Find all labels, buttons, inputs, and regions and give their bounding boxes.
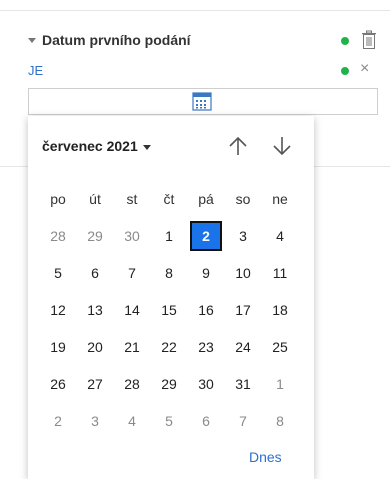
calendar-day[interactable]: 23 (190, 332, 222, 362)
calendar-day-selected[interactable]: 2 (190, 221, 222, 251)
calendar-day[interactable]: 14 (116, 295, 148, 325)
calendar-day-other-month[interactable]: 8 (264, 406, 296, 436)
calendar-day-other-month[interactable]: 28 (42, 221, 74, 251)
calendar-day[interactable]: 19 (42, 332, 74, 362)
calendar-day-other-month[interactable]: 4 (116, 406, 148, 436)
calendar-day[interactable]: 15 (153, 295, 185, 325)
calendar-day[interactable]: 27 (79, 369, 111, 399)
calendar-day[interactable]: 8 (153, 258, 185, 288)
calendar-day[interactable]: 24 (227, 332, 259, 362)
month-year-label: červenec 2021 (42, 138, 138, 154)
weekday-header: čt (163, 191, 175, 207)
weekday-header: út (89, 191, 101, 207)
weekday-header: po (50, 191, 66, 207)
top-divider (0, 10, 390, 11)
arrow-down-icon[interactable] (271, 134, 293, 158)
operator-row: JE × (28, 60, 380, 80)
calendar-day[interactable]: 11 (264, 258, 296, 288)
background-divider (0, 166, 28, 167)
calendar-day[interactable]: 17 (227, 295, 259, 325)
trash-icon[interactable] (361, 30, 377, 50)
calendar-day[interactable]: 1 (153, 221, 185, 251)
month-year-selector[interactable]: červenec 2021 (42, 138, 151, 154)
close-icon[interactable]: × (360, 60, 369, 78)
calendar-day[interactable]: 21 (116, 332, 148, 362)
calendar-day[interactable]: 16 (190, 295, 222, 325)
status-dot-icon (341, 37, 349, 45)
calendar-day-other-month[interactable]: 3 (79, 406, 111, 436)
calendar-day-other-month[interactable]: 29 (79, 221, 111, 251)
operator-label[interactable]: JE (28, 63, 43, 78)
filter-header: Datum prvního podání (28, 30, 380, 52)
calendar-day[interactable]: 12 (42, 295, 74, 325)
calendar-day[interactable]: 29 (153, 369, 185, 399)
date-input[interactable] (28, 88, 378, 115)
calendar-day[interactable]: 25 (264, 332, 296, 362)
calendar-day[interactable]: 9 (190, 258, 222, 288)
calendar-day-other-month[interactable]: 7 (227, 406, 259, 436)
calendar-day-other-month[interactable]: 5 (153, 406, 185, 436)
weekday-header: pá (198, 191, 214, 207)
calendar-day-other-month[interactable]: 30 (116, 221, 148, 251)
calendar-day[interactable]: 13 (79, 295, 111, 325)
calendar-day[interactable]: 7 (116, 258, 148, 288)
arrow-up-icon[interactable] (227, 134, 249, 158)
calendar-day[interactable]: 3 (227, 221, 259, 251)
collapse-caret-icon[interactable] (28, 38, 36, 43)
calendar-day[interactable]: 18 (264, 295, 296, 325)
calendar-day[interactable]: 10 (227, 258, 259, 288)
datepicker-popup: červenec 2021 po út st čt pá so ne 28 29 30 1 2 3 4 5 6… (28, 116, 314, 479)
calendar-day[interactable]: 6 (79, 258, 111, 288)
calendar-day[interactable]: 30 (190, 369, 222, 399)
background-divider (314, 166, 390, 167)
calendar-day[interactable]: 5 (42, 258, 74, 288)
status-dot-icon (341, 67, 349, 75)
calendar-day[interactable]: 20 (79, 332, 111, 362)
chevron-down-icon (142, 144, 151, 150)
calendar-day[interactable]: 22 (153, 332, 185, 362)
weekday-header: ne (272, 191, 288, 207)
weekday-header: so (235, 191, 251, 207)
today-button[interactable]: Dnes (249, 449, 282, 465)
filter-title: Datum prvního podání (42, 32, 191, 48)
calendar-day[interactable]: 31 (227, 369, 259, 399)
calendar-day-other-month[interactable]: 1 (264, 369, 296, 399)
calendar-icon[interactable] (192, 92, 212, 111)
calendar-day-other-month[interactable]: 6 (190, 406, 222, 436)
calendar-day[interactable]: 26 (42, 369, 74, 399)
weekday-header: st (126, 191, 138, 207)
calendar-day[interactable]: 28 (116, 369, 148, 399)
calendar-day[interactable]: 4 (264, 221, 296, 251)
calendar-day-other-month[interactable]: 2 (42, 406, 74, 436)
